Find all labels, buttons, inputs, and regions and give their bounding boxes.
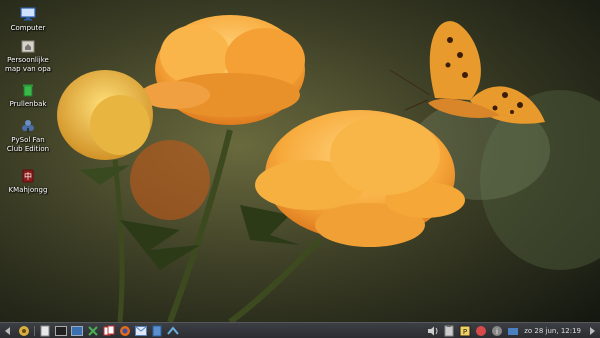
svg-text:中: 中 xyxy=(24,171,32,181)
taskbar-scroll-left-icon[interactable] xyxy=(1,324,15,338)
terminal-icon[interactable] xyxy=(54,324,68,338)
home-folder-icon xyxy=(20,38,36,54)
network-status-icon[interactable] xyxy=(506,324,520,338)
desktop-icon-kmahjongg[interactable]: 中 KMahjongg xyxy=(2,168,54,195)
mail-icon[interactable] xyxy=(134,324,148,338)
kmahjongg-icon: 中 xyxy=(20,168,36,184)
svg-text:P: P xyxy=(463,328,467,336)
firefox-icon[interactable] xyxy=(118,324,132,338)
desktop-icon-label: Persoonlijke map van opa xyxy=(5,56,51,73)
file-manager-icon[interactable] xyxy=(38,324,52,338)
desktop-icon-label: Prullenbak xyxy=(9,100,47,108)
desktop-icon-home-folder[interactable]: Persoonlijke map van opa xyxy=(2,38,54,74)
desktop-icon-computer[interactable]: Computer xyxy=(2,6,54,33)
package-manager-icon[interactable]: P xyxy=(458,324,472,338)
desktop-icon-label: Computer xyxy=(10,24,46,32)
computer-icon xyxy=(20,6,36,22)
desktop-icon-label: PySol Fan Club Edition xyxy=(6,136,50,153)
trash-icon xyxy=(20,82,36,98)
documents-icon[interactable] xyxy=(150,324,164,338)
taskbar-scroll-right-icon[interactable] xyxy=(585,324,599,338)
clock[interactable]: zo 28 jun, 12:19 xyxy=(521,327,584,335)
desktop-show-icon[interactable] xyxy=(70,324,84,338)
chess-icon[interactable] xyxy=(86,324,100,338)
desktop-icon-label: KMahjongg xyxy=(8,186,48,194)
desktop-icon-pysol[interactable]: PySol Fan Club Edition xyxy=(2,118,54,154)
network-icon[interactable] xyxy=(166,324,180,338)
desktop-wallpaper xyxy=(0,0,600,322)
notifications-icon[interactable]: i xyxy=(490,324,504,338)
start-menu-icon[interactable] xyxy=(17,324,31,338)
desktop-icon-trash[interactable]: Prullenbak xyxy=(2,82,54,109)
clipboard-icon[interactable] xyxy=(442,324,456,338)
volume-icon[interactable] xyxy=(426,324,440,338)
pysol-icon xyxy=(20,118,36,134)
taskbar: P i zo 28 jun, 12:19 xyxy=(0,322,600,338)
svg-text:i: i xyxy=(496,328,498,336)
solitaire-icon[interactable] xyxy=(102,324,116,338)
updates-icon[interactable] xyxy=(474,324,488,338)
taskbar-separator xyxy=(34,325,35,336)
